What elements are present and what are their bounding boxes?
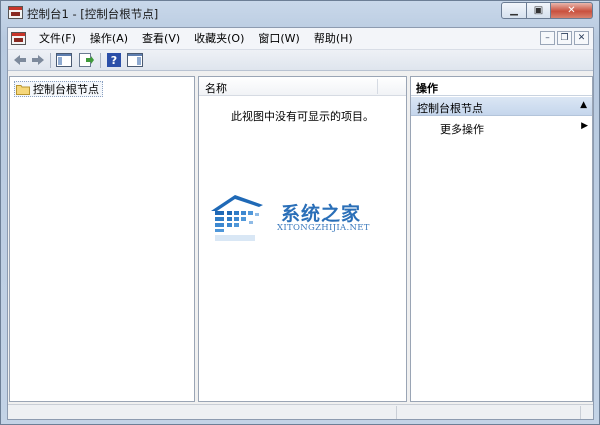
column-header-name[interactable]: 名称 (199, 77, 406, 96)
window-title: 控制台1 - [控制台根节点] (27, 7, 159, 21)
close-icon: ✕ (577, 33, 586, 43)
help-button[interactable]: ? (106, 52, 122, 68)
maximize-icon: ▣ (533, 5, 544, 16)
console-tree-pane: 控制台根节点 (9, 76, 195, 402)
mdi-caption-buttons: – ❐ ✕ (540, 31, 589, 45)
caption-buttons: ▁ ▣ ✕ (501, 2, 593, 19)
svg-text:?: ? (111, 54, 117, 67)
back-button[interactable] (12, 52, 28, 68)
menu-bar: 文件(F) 操作(A) 查看(V) 收藏夹(O) 窗口(W) 帮助(H) – ❐… (8, 28, 593, 50)
status-divider (396, 406, 397, 419)
menu-items: 文件(F) 操作(A) 查看(V) 收藏夹(O) 窗口(W) 帮助(H) (32, 28, 360, 50)
menu-favorites[interactable]: 收藏夹(O) (187, 28, 251, 50)
action-pane-icon (127, 53, 143, 67)
column-divider[interactable] (377, 79, 378, 94)
close-icon: ✕ (567, 5, 576, 16)
house-logo-icon (211, 195, 263, 241)
help-icon: ? (107, 53, 121, 67)
toolbar-separator (100, 53, 101, 68)
title-bar[interactable]: 控制台1 - [控制台根节点] ▁ ▣ ✕ (1, 1, 599, 25)
watermark: 系统之家 XITONGZHIJIA.NET (207, 191, 397, 251)
status-bar (8, 404, 593, 419)
column-header-label: 名称 (205, 82, 227, 95)
submenu-arrow-icon: ▶ (581, 121, 588, 131)
menu-help[interactable]: 帮助(H) (307, 28, 360, 50)
actions-section-console-root[interactable]: 控制台根节点 ▲ (411, 97, 592, 116)
show-hide-tree-button[interactable] (55, 52, 73, 68)
actions-pane: 操作 控制台根节点 ▲ 更多操作 ▶ (410, 76, 593, 402)
forward-arrow-icon (32, 55, 44, 65)
export-list-button[interactable] (78, 52, 96, 68)
minimize-button[interactable]: ▁ (501, 2, 527, 19)
status-divider (580, 406, 581, 419)
export-list-icon (79, 53, 94, 67)
watermark-url: XITONGZHIJIA.NET (277, 223, 370, 233)
actions-header: 操作 (411, 77, 592, 96)
toolbar-separator (50, 53, 51, 68)
forward-button[interactable] (30, 52, 46, 68)
show-hide-action-pane-button[interactable] (126, 52, 144, 68)
close-button[interactable]: ✕ (551, 2, 593, 19)
tree-item-console-root[interactable]: 控制台根节点 (14, 81, 103, 97)
watermark-title: 系统之家 (281, 203, 362, 225)
mdi-restore-button[interactable]: ❐ (557, 31, 572, 45)
mdi-child-icon[interactable] (11, 32, 26, 45)
actions-title: 操作 (416, 82, 438, 95)
minimize-icon: – (545, 33, 550, 43)
collapse-up-icon[interactable]: ▲ (580, 100, 587, 110)
mdi-close-button[interactable]: ✕ (574, 31, 589, 45)
maximize-button[interactable]: ▣ (527, 2, 551, 19)
menu-file[interactable]: 文件(F) (32, 28, 83, 50)
back-arrow-icon (14, 55, 26, 65)
restore-icon: ❐ (560, 33, 569, 43)
tree-item-label: 控制台根节点 (33, 83, 99, 96)
minimize-icon: ▁ (510, 5, 518, 16)
folder-icon (16, 84, 30, 95)
action-more-actions[interactable]: 更多操作 ▶ (411, 119, 592, 137)
action-more-actions-label: 更多操作 (440, 123, 484, 136)
menu-view[interactable]: 查看(V) (135, 28, 187, 50)
mmc-app-icon (8, 6, 23, 19)
empty-view-message: 此视图中没有可显示的项目。 (231, 110, 374, 123)
actions-section-label: 控制台根节点 (417, 102, 483, 115)
toolbar: ? (8, 50, 593, 71)
console-window: 控制台1 - [控制台根节点] ▁ ▣ ✕ 文件(F) 操作(A) 查看(V) (0, 0, 600, 425)
console-tree-icon (56, 53, 72, 67)
menu-action[interactable]: 操作(A) (83, 28, 135, 50)
mdi-minimize-button[interactable]: – (540, 31, 555, 45)
menu-window[interactable]: 窗口(W) (251, 28, 306, 50)
